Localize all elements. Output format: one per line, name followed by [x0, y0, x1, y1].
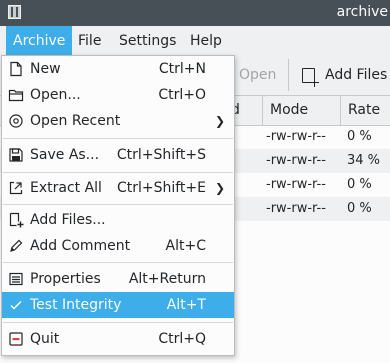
folder-open-icon — [8, 89, 24, 102]
app-icon — [8, 5, 21, 19]
menu-item-properties[interactable]: Properties Alt+Return — [2, 266, 234, 292]
menu-separator — [3, 322, 233, 323]
extract-icon — [9, 181, 23, 195]
column-header-mode[interactable]: Mode — [262, 96, 345, 125]
new-document-icon — [10, 61, 22, 77]
archive-dropdown-menu: New Ctrl+N Open... Ctrl+O Open Recent ❯ … — [1, 55, 235, 356]
menu-item-open-recent[interactable]: Open Recent ❯ — [2, 108, 234, 134]
add-files-icon — [302, 68, 319, 87]
save-as-icon — [9, 148, 23, 162]
column-header-rate[interactable]: Rate — [340, 96, 390, 125]
cell-rate: 0 % — [347, 201, 372, 216]
menu-separator — [3, 204, 233, 205]
menu-item-save-as[interactable]: Save As... Ctrl+Shift+S — [2, 142, 234, 168]
open-recent-icon — [9, 114, 23, 128]
cell-rate: 0 % — [347, 129, 372, 144]
cell-mode: -rw-rw-r-- — [266, 153, 326, 168]
menu-item-add-files[interactable]: Add Files... — [2, 207, 234, 233]
cell-mode: -rw-rw-r-- — [266, 201, 326, 216]
pencil-icon — [10, 239, 23, 252]
cell-rate: 0 % — [347, 177, 372, 192]
menu-separator — [3, 172, 233, 173]
menu-separator — [3, 138, 233, 139]
menu-archive[interactable]: Archive — [6, 26, 73, 56]
window-title: archive — [336, 4, 388, 20]
submenu-arrow-icon: ❯ — [214, 181, 225, 195]
add-files-label: Add Files — [325, 67, 388, 83]
menu-item-add-comment[interactable]: Add Comment Alt+C — [2, 233, 234, 259]
menu-separator — [3, 262, 233, 263]
properties-icon — [9, 272, 23, 286]
menu-settings[interactable]: Settings — [112, 26, 183, 56]
cell-mode: -rw-rw-r-- — [266, 129, 326, 144]
menu-item-new[interactable]: New Ctrl+N — [2, 56, 234, 82]
add-files-icon — [9, 212, 24, 228]
title-bar: archive — [0, 0, 390, 26]
menu-item-open[interactable]: Open... Ctrl+O — [2, 82, 234, 108]
menu-bar: Archive File Settings Help — [0, 26, 390, 56]
menu-item-extract-all[interactable]: Extract All Ctrl+Shift+E ❯ — [2, 175, 234, 201]
checkmark-icon — [10, 300, 22, 310]
menu-item-quit[interactable]: Quit Ctrl+Q — [2, 326, 234, 352]
cell-mode: -rw-rw-r-- — [266, 177, 326, 192]
menu-help[interactable]: Help — [183, 26, 229, 56]
menu-file[interactable]: File — [71, 26, 108, 56]
open-button[interactable]: Open — [239, 60, 276, 90]
submenu-arrow-icon: ❯ — [214, 114, 225, 128]
menu-item-test-integrity[interactable]: Test Integrity Alt+T — [2, 292, 234, 318]
cell-rate: 34 % — [347, 153, 381, 168]
toolbar-separator — [288, 59, 289, 91]
quit-icon — [9, 332, 23, 346]
